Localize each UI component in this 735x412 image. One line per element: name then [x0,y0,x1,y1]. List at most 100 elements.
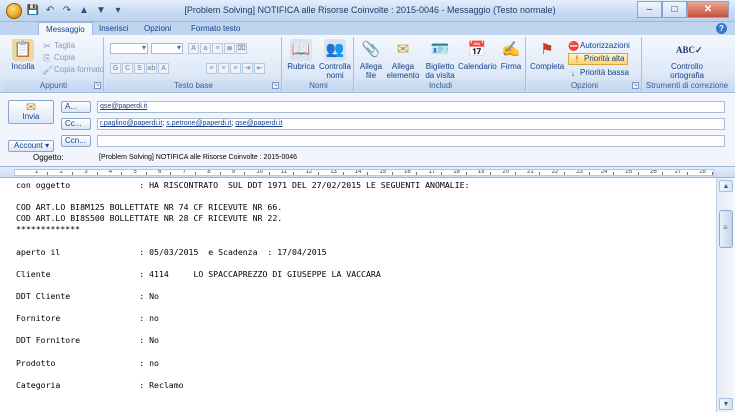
grow-font-icon[interactable]: A [188,43,199,54]
ccn-field[interactable] [97,135,725,147]
calendar-button[interactable]: 📅 Calendario [458,39,497,71]
font-color-icon[interactable]: A [158,63,169,74]
ruler: 1 2 3 4 5 6 7 8 9 10 11 12 13 14 15 16 17 18 19 20 21 22 23 24 2… [0,166,735,178]
high-importance-button[interactable]: ! Priorità alta [568,53,629,65]
signature-button[interactable]: ✍ Firma [498,39,524,71]
copy-button[interactable]: ⎘ Copia [42,53,75,63]
opzioni-launcher[interactable]: ↘ [632,82,639,89]
check-names-button[interactable]: 👥 Controlla nomi [317,39,353,80]
low-importance-button[interactable]: ↓ Priorità bassa [568,68,629,78]
outdent-icon[interactable]: ⇤ [254,63,265,74]
business-card-button[interactable]: 🪪 Biglietto da visita [422,39,458,80]
ruler-tick [71,172,73,175]
tab-formato-testo[interactable]: Formato testo [184,22,247,35]
to-button[interactable]: A... [61,101,91,113]
spelling-button[interactable]: ABC✓ Controllo ortografia [662,39,712,80]
next-item-icon[interactable]: ▼ [94,4,108,18]
rubrica-button[interactable]: 📖 Rubrica [286,39,316,71]
ruler-number: 4 [108,169,113,175]
paste-button[interactable]: 📋 Incolla [8,39,38,71]
to-field[interactable]: qse@paperdi.it [97,101,725,113]
align-right-icon[interactable]: ≡ [230,63,241,74]
cc-recipient[interactable]: s.petrone@paperdi.it [166,120,231,127]
font-size-combo[interactable] [151,43,183,54]
tab-opzioni[interactable]: Opzioni [137,22,178,35]
ccn-button[interactable]: Ccn... [61,135,91,147]
permission-button[interactable]: ⛔Autorizzazioni [568,41,630,51]
copy-icon: ⎘ [43,53,51,63]
ruler-tick [686,172,688,175]
save-icon[interactable]: 💾 [26,4,40,18]
bold-button[interactable]: G [110,63,121,74]
ruler-track: 1 2 3 4 5 6 7 8 9 10 11 12 13 14 15 16 17 18 19 20 21 22 23 24 2… [14,169,714,176]
highlight-icon[interactable]: ab [146,63,157,74]
group-includi: 📎 Allega file ✉ Allega elemento 🪪 Biglie… [356,37,526,91]
ruler-tick [145,172,147,175]
testo-base-launcher[interactable]: ↘ [272,82,279,89]
indent-icon[interactable]: ⇥ [242,63,253,74]
send-button[interactable]: Invia [8,100,54,124]
window-title: [Problem Solving] NOTIFICA alle Risorse … [184,5,556,15]
cut-button[interactable]: ✂ Taglia [42,41,75,51]
minimize-button[interactable]: – [637,1,662,18]
bullets-icon[interactable]: ≡ [212,43,223,54]
help-icon[interactable]: ? [716,23,727,34]
cc-field[interactable]: r.paglino@paperdi.it; s.petrone@paperdi.… [97,118,725,130]
brush-icon: 🖌 [42,65,54,75]
attach-item-button[interactable]: ✉ Allega elemento [385,39,421,80]
ruler-number: 26 [650,169,657,175]
list-format-row: A a ≡ ≣ ⌧ [188,43,247,54]
font-name-combo[interactable] [110,43,148,54]
ruler-number: 21 [527,169,534,175]
appunti-launcher[interactable]: ↘ [94,82,101,89]
close-button[interactable]: ✕ [687,1,729,18]
ruler-number: 10 [256,169,264,175]
underline-button[interactable]: S [134,63,145,74]
cc-recipient[interactable]: qse@paperdi.it [235,120,282,127]
body-line: Fornitore : no [16,313,159,324]
maximize-button[interactable]: □ [662,1,687,18]
permission-icon: ⛔ [568,41,580,51]
ruler-tick [219,172,221,175]
redo-icon[interactable]: ↷ [60,4,74,18]
ruler-tick [416,172,418,175]
ruler-tick [293,172,295,175]
scroll-up-button[interactable]: ▲ [719,180,733,192]
clipboard-icon: 📋 [12,39,34,61]
group-strumenti-correzione: ABC✓ Controllo ortografia Strumenti di c… [644,37,730,91]
clear-format-icon[interactable]: ⌧ [236,43,247,54]
ruler-number: 27 [674,169,682,175]
ruler-number: 1 [35,169,39,175]
attach-file-button[interactable]: 📎 Allega file [358,39,384,80]
numbering-icon[interactable]: ≣ [224,43,235,54]
char-format-row: G C S ab A [110,63,169,74]
subject-field[interactable]: [Problem Solving] NOTIFICA alle Risorse … [97,152,725,164]
customize-qat-icon[interactable]: ▾ [111,4,125,18]
account-button[interactable]: Account ▾ [8,140,54,152]
message-body[interactable]: con oggetto : HA RISCONTRATO SUL DDT 197… [0,178,716,412]
body-line: Cliente : 4114 LO SPACCAPREZZO DI GIUSEP… [16,268,381,279]
ruler-number: 6 [158,169,162,175]
previous-item-icon[interactable]: ▲ [77,4,91,18]
cc-recipient[interactable]: r.paglino@paperdi.it [100,120,162,127]
to-recipient[interactable]: qse@paperdi.it [100,103,147,110]
align-center-icon[interactable]: ≡ [218,63,229,74]
scroll-down-button[interactable]: ▼ [719,398,733,410]
ruler-number: 24 [600,169,608,175]
tab-inserisci[interactable]: Inserisci [92,22,135,35]
scroll-thumb[interactable] [719,210,733,248]
office-button-icon[interactable] [6,3,22,19]
undo-icon[interactable]: ↶ [43,4,57,18]
format-painter-button[interactable]: 🖌Copia formato [42,65,104,75]
shrink-font-icon[interactable]: a [200,43,211,54]
align-left-icon[interactable]: ≡ [206,63,217,74]
ruler-number: 19 [477,169,485,175]
ruler-number: 13 [330,169,337,175]
cc-button[interactable]: Cc... [61,118,91,130]
follow-up-button[interactable]: ⚑ Completa [530,39,564,71]
italic-button[interactable]: C [122,63,133,74]
ruler-number: 9 [231,169,236,175]
vertical-scrollbar[interactable]: ▲ ▼ [716,178,735,412]
scissors-icon: ✂ [43,41,51,51]
tab-messaggio[interactable]: Messaggio [38,22,93,36]
